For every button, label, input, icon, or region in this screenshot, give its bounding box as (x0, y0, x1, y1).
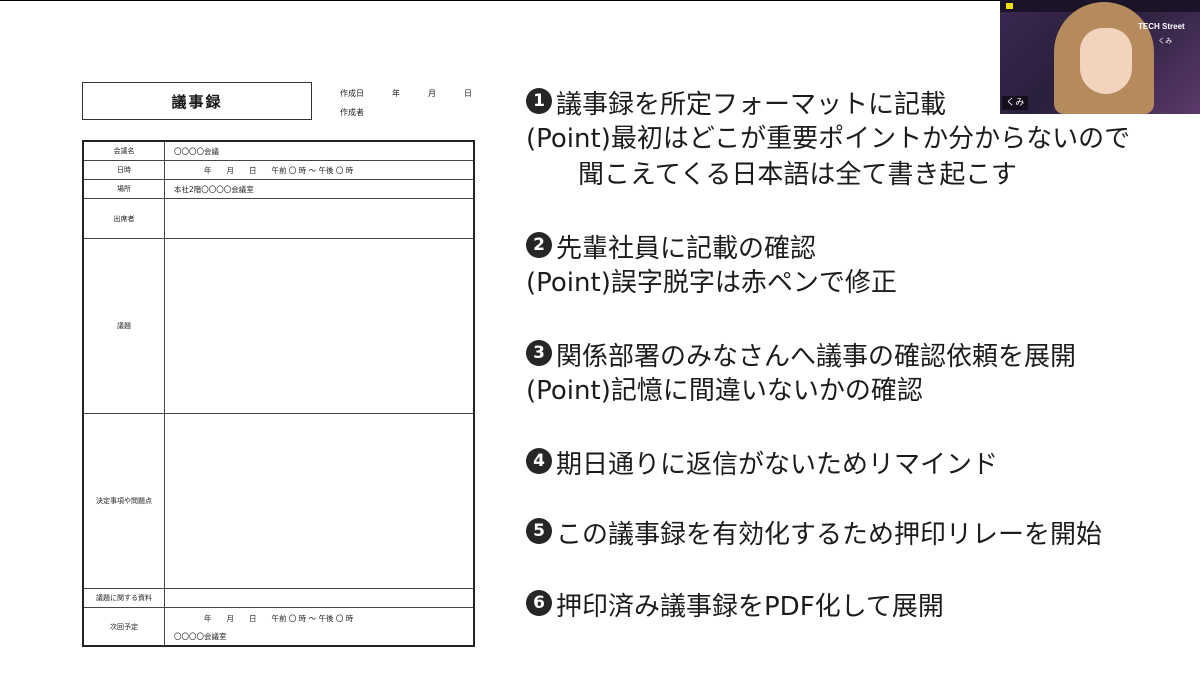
row-datetime: 日時 年 月 日 午前 〇 時 〜 午後 〇 時 (84, 161, 473, 180)
place-label: 場所 (84, 180, 165, 198)
folder-icon (1006, 3, 1013, 9)
month-label: 月 (428, 89, 436, 98)
datetime-value[interactable]: 年 月 日 午前 〇 時 〜 午後 〇 時 (204, 165, 353, 176)
next-label: 次回予定 (84, 608, 165, 645)
step-2: 2 先輩社員に記載の確認 (526, 228, 816, 265)
meeting-name-label: 会議名 (84, 142, 165, 160)
row-agenda: 議題 (84, 239, 473, 414)
step-number-badge: 1 (526, 87, 552, 114)
form-title: 議事録 (82, 82, 312, 120)
decisions-label: 決定事項や問題点 (84, 414, 165, 588)
step-1: 1 議事録を所定フォーマットに記載 (526, 84, 946, 121)
step-text: 議事録を所定フォーマットに記載 (556, 90, 947, 120)
author-label: 作成者 (340, 108, 364, 117)
presenter-name-tag: くみ (1002, 96, 1029, 110)
step-number-badge: 6 (526, 589, 552, 616)
datetime-label: 日時 (84, 161, 165, 179)
point-1-line-1: (Point)最初はどこが重要ポイントか分からないので (526, 124, 1131, 154)
webcam-overlay[interactable]: TECH Street くみ くみ (1000, 0, 1200, 114)
created-date-label: 作成日 (340, 89, 364, 98)
row-meeting-name: 会議名 〇〇〇〇会議 (84, 142, 473, 161)
step-text: 先輩社員に記載の確認 (556, 234, 817, 264)
step-4: 4 期日通りに返信がないためリマインド (526, 444, 998, 481)
materials-label: 議題に関する資料 (84, 589, 165, 607)
row-next: 次回予定 年 月 日 午前 〇 時 〜 午後 〇 時 〇〇〇〇会議室 (84, 608, 473, 645)
presenter-face (1080, 28, 1132, 94)
step-number-badge: 4 (526, 447, 552, 474)
step-text: この議事録を有効化するため押印リレーを開始 (556, 520, 1103, 550)
attendees-label: 出席者 (84, 199, 165, 238)
next-datetime-value[interactable]: 年 月 日 午前 〇 時 〜 午後 〇 時 (204, 613, 353, 624)
day-label: 日 (464, 89, 472, 98)
webcam-brand-sub: くみ (1158, 37, 1173, 45)
row-place: 場所 本社2階〇〇〇〇会議室 (84, 180, 473, 199)
next-room-value[interactable]: 〇〇〇〇会議室 (174, 631, 227, 642)
row-decisions: 決定事項や問題点 (84, 414, 473, 589)
meeting-name-value[interactable]: 〇〇〇〇会議 (174, 146, 219, 157)
point-3: (Point)記憶に間違いないかの確認 (526, 376, 923, 406)
step-text: 押印済み議事録をPDF化して展開 (556, 592, 944, 622)
step-number-badge: 2 (526, 231, 552, 258)
year-label: 年 (392, 89, 400, 98)
step-number-badge: 5 (526, 517, 552, 544)
point-1-line-2: 聞こえてくる日本語は全て書き起こす (578, 160, 1017, 190)
agenda-label: 議題 (84, 239, 165, 413)
step-6: 6 押印済み議事録をPDF化して展開 (526, 586, 944, 623)
step-text: 期日通りに返信がないためリマインド (556, 450, 999, 480)
webcam-brand: TECH Street (1138, 22, 1185, 31)
minutes-form-table: 会議名 〇〇〇〇会議 日時 年 月 日 午前 〇 時 〜 午後 〇 時 場所 本… (82, 140, 475, 647)
point-2: (Point)誤字脱字は赤ペンで修正 (526, 268, 897, 298)
place-value[interactable]: 本社2階〇〇〇〇会議室 (174, 184, 254, 195)
step-3: 3 関係部署のみなさんへ議事の確認依頼を展開 (526, 336, 1076, 373)
row-materials: 議題に関する資料 (84, 589, 473, 608)
step-number-badge: 3 (526, 339, 552, 366)
step-text: 関係部署のみなさんへ議事の確認依頼を展開 (556, 342, 1077, 372)
row-attendees: 出席者 (84, 199, 473, 239)
step-5: 5 この議事録を有効化するため押印リレーを開始 (526, 514, 1102, 551)
